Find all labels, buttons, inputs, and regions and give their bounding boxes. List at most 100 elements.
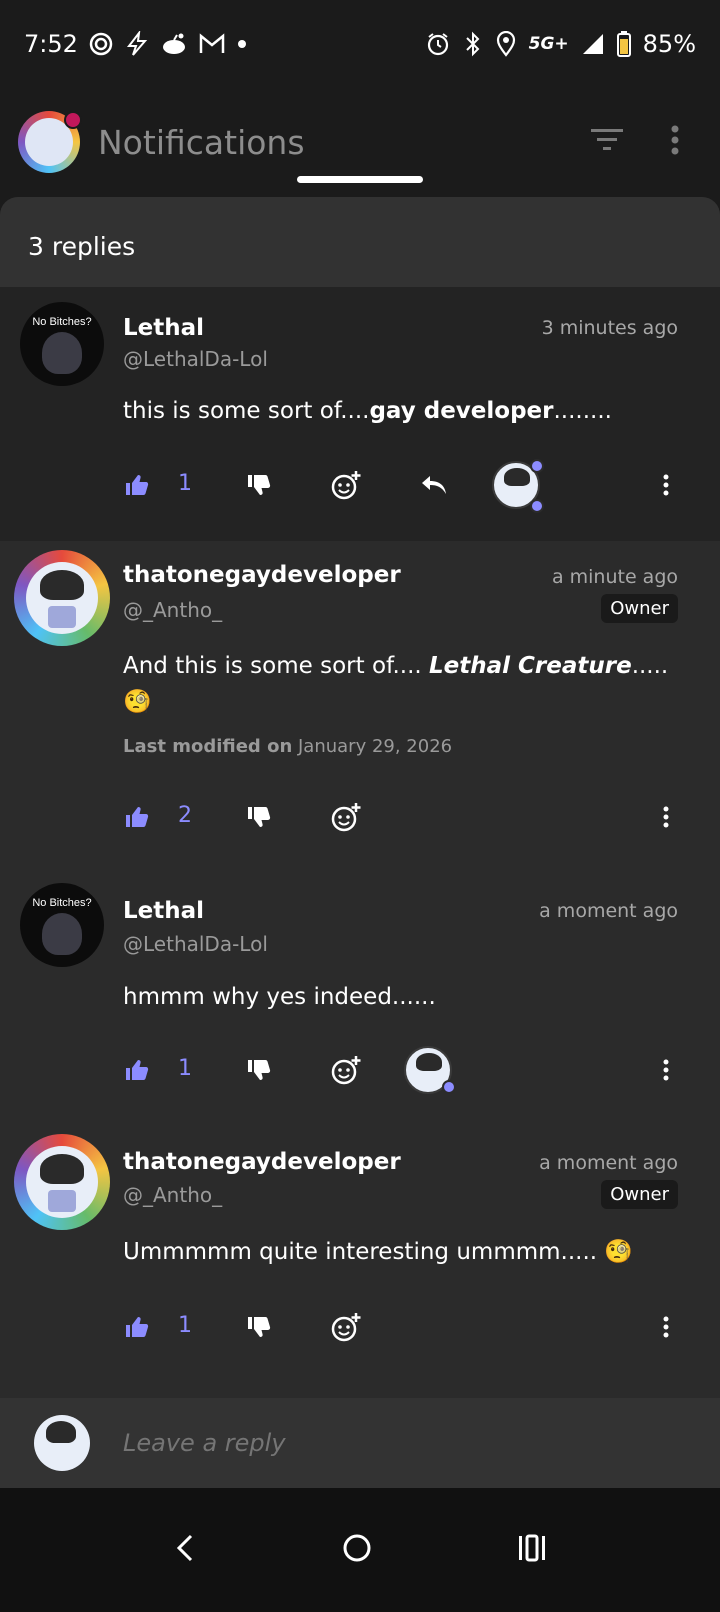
reddit-icon <box>160 32 188 56</box>
status-bar: 7:52 5G+ 85% <box>0 0 720 88</box>
reaction-badge-icon <box>530 459 544 473</box>
avatar-body <box>48 606 76 628</box>
more-options-icon[interactable] <box>670 125 680 159</box>
notification-badge <box>64 111 82 129</box>
page-title: Notifications <box>98 122 305 162</box>
like-button[interactable] <box>124 795 150 839</box>
comment-text: And this is some sort of.... <box>123 653 429 679</box>
reply-input[interactable] <box>123 1429 623 1457</box>
reply-icon[interactable] <box>420 463 448 507</box>
avatar-hair <box>40 1154 84 1184</box>
commenter-handle: @LethalDa-Lol <box>123 932 268 956</box>
battery-icon <box>616 31 631 57</box>
bolt-icon <box>124 31 150 57</box>
like-count: 2 <box>178 803 192 828</box>
cell-signal-icon <box>581 32 605 56</box>
avatar-image <box>26 1146 98 1218</box>
dislike-button[interactable] <box>246 795 272 839</box>
back-icon[interactable] <box>173 1533 197 1567</box>
commenter-name[interactable]: thatonegaydeveloper <box>123 562 401 588</box>
current-user-avatar <box>34 1415 90 1471</box>
owner-badge: Owner <box>601 594 678 623</box>
comment-more-icon[interactable] <box>656 1305 676 1349</box>
comment-actions: 1 <box>124 1046 684 1094</box>
system-nav-bar <box>0 1488 720 1612</box>
commenter-avatar[interactable]: No Bitches? <box>20 883 104 967</box>
comment-more-icon[interactable] <box>656 1048 676 1092</box>
battery-percent: 85% <box>642 30 696 58</box>
like-button[interactable] <box>124 1048 150 1092</box>
filter-icon[interactable] <box>590 127 624 157</box>
comment-time: a moment ago <box>539 1152 678 1174</box>
comment-actions: 1 <box>124 1305 684 1349</box>
replies-sheet: 3 replies No Bitches? Lethal @LethalDa-L… <box>0 197 720 1527</box>
monocle-emoji: 🧐 <box>604 1239 634 1265</box>
add-reaction-button[interactable] <box>330 795 362 839</box>
avatar-body <box>48 1190 76 1212</box>
comment-text-tail: ........ <box>553 398 613 424</box>
recents-icon[interactable] <box>517 1534 547 1566</box>
comment-time: a minute ago <box>551 566 678 588</box>
location-icon <box>495 31 517 57</box>
comment-time: a moment ago <box>539 900 678 922</box>
bluetooth-icon <box>463 31 483 57</box>
avatar-hair <box>46 1421 76 1443</box>
comment-bold-text: gay developer <box>369 398 554 424</box>
dislike-button[interactable] <box>246 463 272 507</box>
comment-item: thatonegaydeveloper @_Antho_ a moment ag… <box>0 1132 720 1392</box>
comment-body: this is some sort of....gay developer...… <box>123 393 683 429</box>
comment-item: No Bitches? Lethal @LethalDa-Lol 3 minut… <box>0 287 720 541</box>
comment-actions: 2 <box>124 795 684 839</box>
add-reaction-button[interactable] <box>330 1048 362 1092</box>
app-actions <box>590 125 702 159</box>
last-modified: Last modified on January 29, 2026 <box>123 736 452 757</box>
avatar-hair <box>40 570 84 600</box>
sheet-drag-handle[interactable] <box>297 176 423 183</box>
commenter-avatar[interactable]: No Bitches? <box>20 302 104 386</box>
comment-time: 3 minutes ago <box>541 317 678 339</box>
like-count: 1 <box>178 471 192 496</box>
notification-dot-icon <box>236 38 248 50</box>
avatar-face <box>42 913 82 955</box>
network-label: 5G+ <box>528 34 569 54</box>
commenter-avatar[interactable] <box>14 550 110 646</box>
comment-item: thatonegaydeveloper @_Antho_ a minute ag… <box>0 548 720 878</box>
commenter-name[interactable]: thatonegaydeveloper <box>123 1149 401 1175</box>
comment-body: And this is some sort of.... Lethal Crea… <box>123 648 683 720</box>
signal-app-icon <box>88 31 114 57</box>
dislike-button[interactable] <box>246 1048 272 1092</box>
status-left: 7:52 <box>24 30 248 58</box>
comment-body: hmmm why yes indeed...... <box>123 984 436 1010</box>
like-count: 1 <box>178 1056 192 1081</box>
like-button[interactable] <box>124 463 150 507</box>
add-reaction-button[interactable] <box>330 1305 362 1349</box>
comment-item: No Bitches? Lethal @LethalDa-Lol a momen… <box>0 880 720 1125</box>
gmail-icon <box>198 33 226 55</box>
commenter-name[interactable]: Lethal <box>123 315 204 341</box>
commenter-name[interactable]: Lethal <box>123 898 204 924</box>
avatar-image <box>26 562 98 634</box>
comment-text: Ummmmm quite interesting ummmm..... <box>123 1239 598 1265</box>
avatar-caption: No Bitches? <box>32 316 92 328</box>
commenter-avatar[interactable] <box>14 1134 110 1230</box>
commenter-handle: @_Antho_ <box>123 598 223 622</box>
like-button[interactable] <box>124 1305 150 1349</box>
add-reaction-button[interactable] <box>330 463 362 507</box>
comment-text: this is some sort of.... <box>123 398 370 424</box>
home-icon[interactable] <box>342 1533 372 1567</box>
like-count: 1 <box>178 1313 192 1338</box>
replies-count: 3 replies <box>28 231 136 261</box>
status-right: 5G+ 85% <box>425 30 696 58</box>
alarm-icon <box>425 31 451 57</box>
last-modified-date: January 29, 2026 <box>298 736 453 757</box>
comment-more-icon[interactable] <box>656 795 676 839</box>
heart-badge-icon <box>442 1080 456 1094</box>
last-modified-label: Last modified on <box>123 736 293 757</box>
dislike-button[interactable] <box>246 1305 272 1349</box>
avatar-caption: No Bitches? <box>32 897 92 909</box>
reply-bar <box>0 1398 720 1488</box>
comment-more-icon[interactable] <box>656 463 676 507</box>
user-avatar[interactable] <box>18 111 82 173</box>
commenter-handle: @_Antho_ <box>123 1183 223 1207</box>
replies-header: 3 replies <box>0 197 720 295</box>
